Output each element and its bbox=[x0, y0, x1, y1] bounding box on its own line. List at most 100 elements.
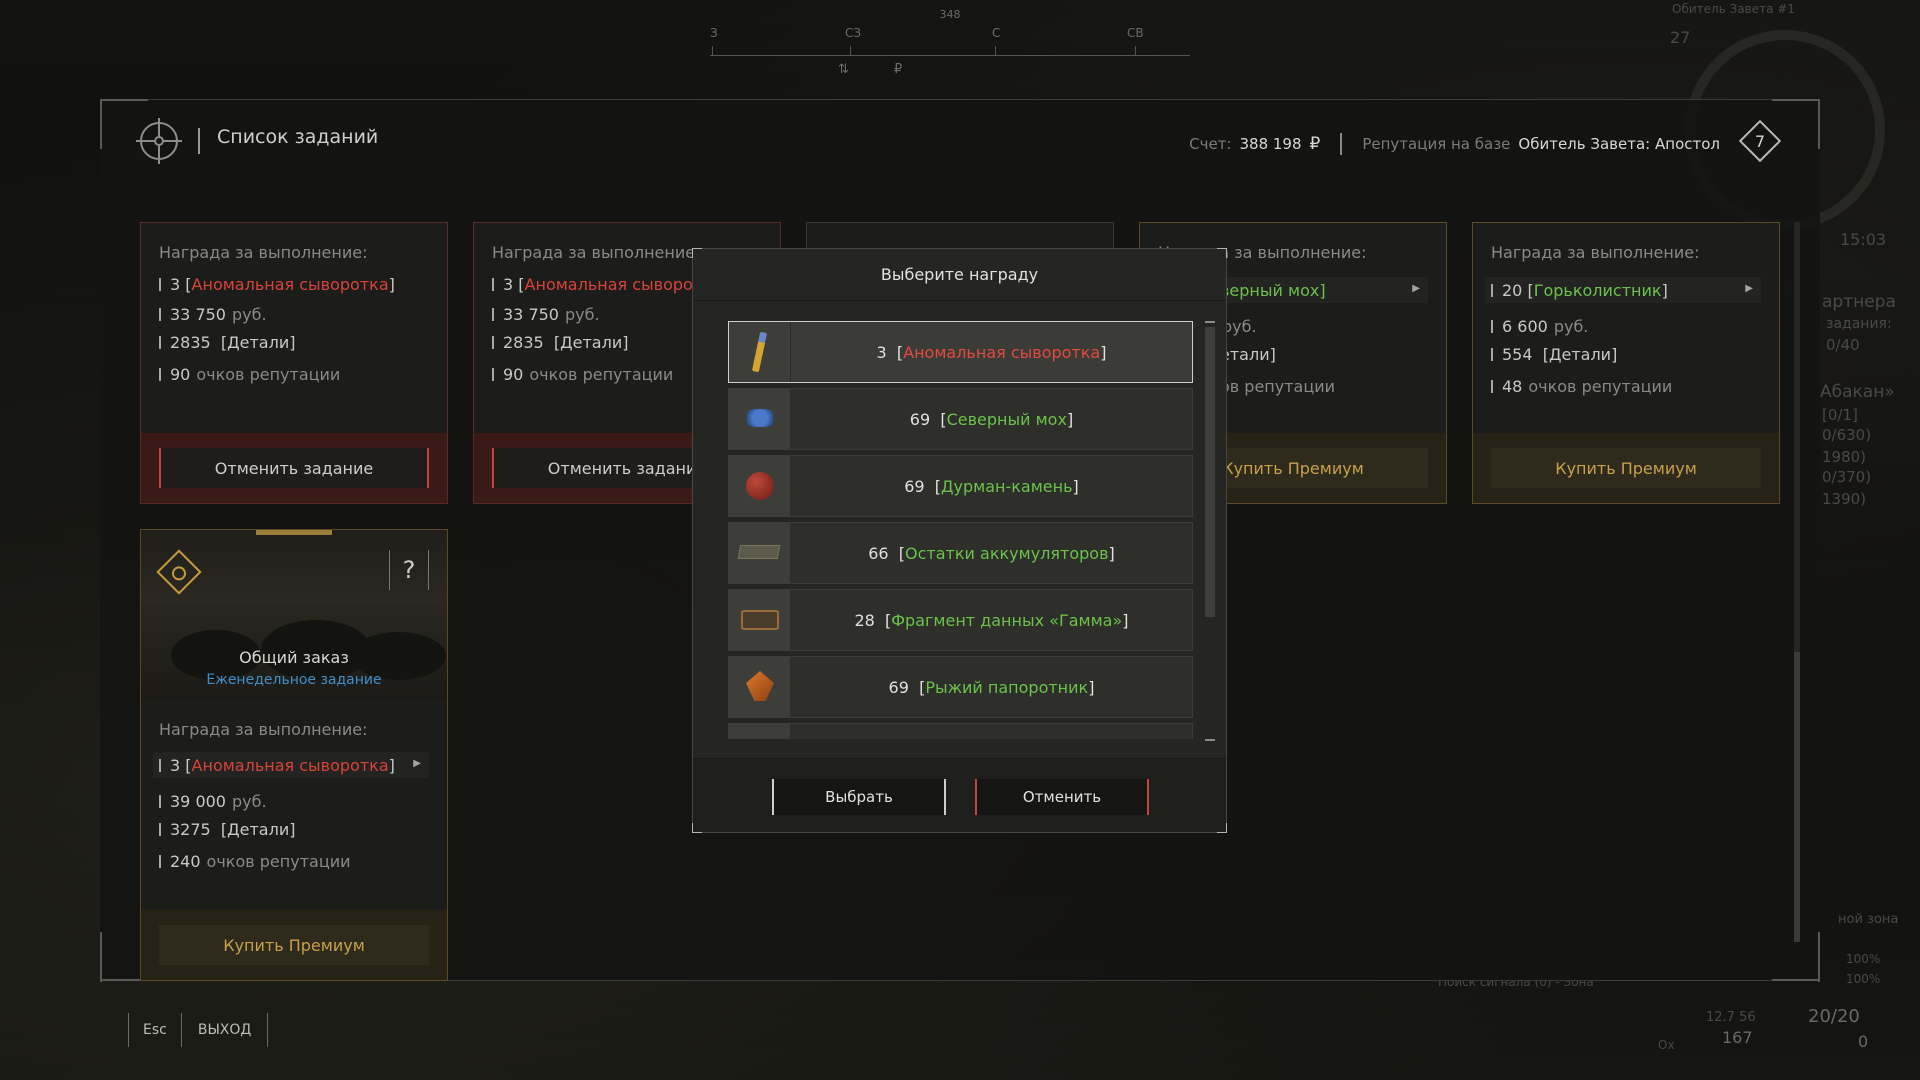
weekly-quest-title: Общий заказ bbox=[239, 648, 349, 667]
hud-region: Абакан» bbox=[1820, 382, 1895, 402]
compass-mark-ne: СВ bbox=[1127, 26, 1144, 40]
reward-money: 39 000 руб. bbox=[159, 792, 267, 811]
header-stats-separator bbox=[1340, 133, 1343, 155]
hud-partner-title: артнера bbox=[1822, 292, 1896, 312]
reward-option[interactable]: 69 [Дурман-камень] bbox=[728, 455, 1193, 517]
battery-icon bbox=[729, 523, 791, 583]
reward-item: 3 [Аномальная сыворотк bbox=[492, 275, 712, 294]
reward-option[interactable] bbox=[728, 723, 1193, 739]
reward-label: Награда за выполнение: bbox=[159, 720, 368, 739]
cancel-quest-button[interactable]: Отменить задание bbox=[159, 448, 429, 488]
cancel-button[interactable]: Отменить bbox=[975, 779, 1149, 815]
compass: 348 З СЗ С СВ ⇅ ₽ bbox=[710, 8, 1190, 78]
reward-money: 33 750 руб. bbox=[159, 305, 267, 324]
hud-stat-4: 0/370) bbox=[1822, 468, 1872, 486]
buy-premium-button[interactable]: Купить Премиум bbox=[159, 925, 429, 965]
reward-label: Награда за выполнение: bbox=[492, 243, 701, 262]
reward-option-label: 3 [Аномальная сыворотка] bbox=[876, 342, 1107, 362]
reward-option[interactable]: 28 [Фрагмент данных «Гамма»] bbox=[728, 589, 1193, 651]
crosshair-icon bbox=[140, 122, 178, 160]
hud-partner-sub: задания: bbox=[1826, 316, 1892, 332]
reward-reputation: ов репутации bbox=[1220, 377, 1336, 396]
reward-option-label: 69 [Дурман-камень] bbox=[904, 476, 1079, 496]
hud-location-label: Обитель Завета #1 bbox=[1672, 2, 1795, 16]
hud-partner-count: 0/40 bbox=[1826, 336, 1860, 354]
reward-parts: етали] bbox=[1220, 345, 1276, 364]
account-value: 388 198 bbox=[1239, 135, 1302, 153]
reward-options-list: 3 [Аномальная сыворотка] 69 [Северный мо… bbox=[728, 321, 1198, 739]
compass-trader-icon: ₽ bbox=[894, 62, 903, 77]
compass-heading: 348 bbox=[939, 8, 961, 21]
hud-stat-5: 1390) bbox=[1822, 490, 1867, 508]
reward-list-scrollbar[interactable] bbox=[1205, 321, 1215, 741]
reward-label: Награда за выполнение: bbox=[159, 243, 368, 262]
frame-corner-br bbox=[1818, 932, 1820, 982]
reward-reputation: 240 очков репутации bbox=[159, 852, 351, 871]
weekly-quest-banner: ? Общий заказ Еженедельное задание bbox=[141, 530, 447, 700]
header-stats: Счет: 388 198 ₽ Репутация на базе Обител… bbox=[1189, 133, 1720, 155]
select-button[interactable]: Выбрать bbox=[772, 779, 946, 815]
exit-control: Esc ВЫХОД bbox=[128, 1013, 269, 1047]
weekly-quest-subtitle: Еженедельное задание bbox=[206, 672, 382, 688]
reward-option-label: 66 [Остатки аккумуляторов] bbox=[868, 543, 1115, 563]
reward-reputation: 90 очков репутации bbox=[159, 365, 340, 384]
hud-coords: 12.7 56 bbox=[1706, 1010, 1756, 1025]
reward-parts: 2835 [Детали] bbox=[159, 333, 295, 352]
reward-option[interactable]: 66 [Остатки аккумуляторов] bbox=[728, 522, 1193, 584]
reward-money: 33 750 руб. bbox=[492, 305, 600, 324]
reward-option[interactable]: 69 [Северный мох] bbox=[728, 388, 1193, 450]
compass-mark-n: С bbox=[992, 26, 1001, 40]
hud-num: 27 bbox=[1670, 28, 1691, 47]
item-icon bbox=[729, 724, 791, 739]
quest-card: Награда за выполнение: ▶ 20 [Горьколистн… bbox=[1472, 222, 1780, 504]
reward-option-label: 28 [Фрагмент данных «Гамма»] bbox=[854, 610, 1129, 630]
weekly-order-icon bbox=[156, 549, 202, 595]
fern-icon bbox=[729, 657, 791, 717]
data-fragment-icon bbox=[729, 590, 791, 650]
help-icon[interactable]: ? bbox=[389, 550, 429, 590]
dialog-title: Выберите награду bbox=[693, 249, 1226, 301]
hud-stat-3: 1980) bbox=[1822, 448, 1867, 466]
hud-pct-1: 100% bbox=[1846, 952, 1881, 966]
dialog-footer: Выбрать Отменить bbox=[693, 758, 1226, 832]
esc-key-label: Esc bbox=[128, 1013, 181, 1047]
reward-parts: 3275 [Детали] bbox=[159, 820, 295, 839]
moss-icon bbox=[729, 389, 791, 449]
hud-zone: ной зона bbox=[1838, 912, 1899, 927]
frame-corner-br-h bbox=[1772, 979, 1820, 981]
header-separator bbox=[198, 128, 200, 154]
reward-item: верный мох] bbox=[1220, 281, 1326, 300]
frame-corner-bl bbox=[100, 932, 102, 982]
hud-time: 15:03 bbox=[1840, 230, 1887, 249]
quest-card: Награда за выполнение: 3 [Аномальная сыв… bbox=[140, 222, 448, 504]
reward-option[interactable]: 3 [Аномальная сыворотка] bbox=[728, 321, 1193, 383]
reward-option[interactable]: 69 [Рыжий папоротник] bbox=[728, 656, 1193, 718]
reputation-label: Репутация на базе bbox=[1362, 135, 1511, 153]
reward-money: 6 600 руб. bbox=[1491, 317, 1588, 336]
hud-stat-1: [0/1] bbox=[1822, 406, 1858, 424]
reward-item: 3 [Аномальная сыворотка] bbox=[159, 756, 395, 775]
card-footer: Купить Премиум bbox=[1473, 433, 1779, 503]
hud-ammo: 20/20 bbox=[1808, 1006, 1860, 1027]
reward-reputation: 48 очков репутации bbox=[1491, 377, 1672, 396]
stone-icon bbox=[729, 456, 791, 516]
serum-icon bbox=[729, 322, 791, 382]
compass-mark-nw: СЗ bbox=[845, 26, 862, 40]
reward-item: 20 [Горьколистник] bbox=[1491, 281, 1668, 300]
account-label: Счет: bbox=[1189, 135, 1232, 153]
reward-parts: 2835 [Детали] bbox=[492, 333, 628, 352]
reward-parts: 554 [Детали] bbox=[1491, 345, 1617, 364]
reward-option-label: 69 [Северный мох] bbox=[909, 409, 1074, 429]
quest-list-scrollbar[interactable] bbox=[1794, 222, 1800, 942]
reward-option-label: 69 [Рыжий папоротник] bbox=[888, 677, 1095, 697]
weekly-quest-card: ? Общий заказ Еженедельное задание Награ… bbox=[140, 529, 448, 981]
compass-marker-icon: ⇅ bbox=[838, 62, 849, 77]
choose-reward-dialog: Выберите награду 3 [Аномальная сыворотка… bbox=[692, 248, 1227, 833]
quest-header: Список заданий Счет: 388 198 ₽ Репутация… bbox=[100, 100, 1820, 182]
reward-money: руб. bbox=[1222, 317, 1257, 336]
compass-mark-w: З bbox=[710, 26, 718, 40]
hud-zero: 0 bbox=[1858, 1032, 1869, 1051]
exit-button[interactable]: ВЫХОД bbox=[180, 1013, 269, 1047]
reputation-level: 7 bbox=[1754, 131, 1766, 151]
buy-premium-button[interactable]: Купить Премиум bbox=[1491, 448, 1761, 488]
